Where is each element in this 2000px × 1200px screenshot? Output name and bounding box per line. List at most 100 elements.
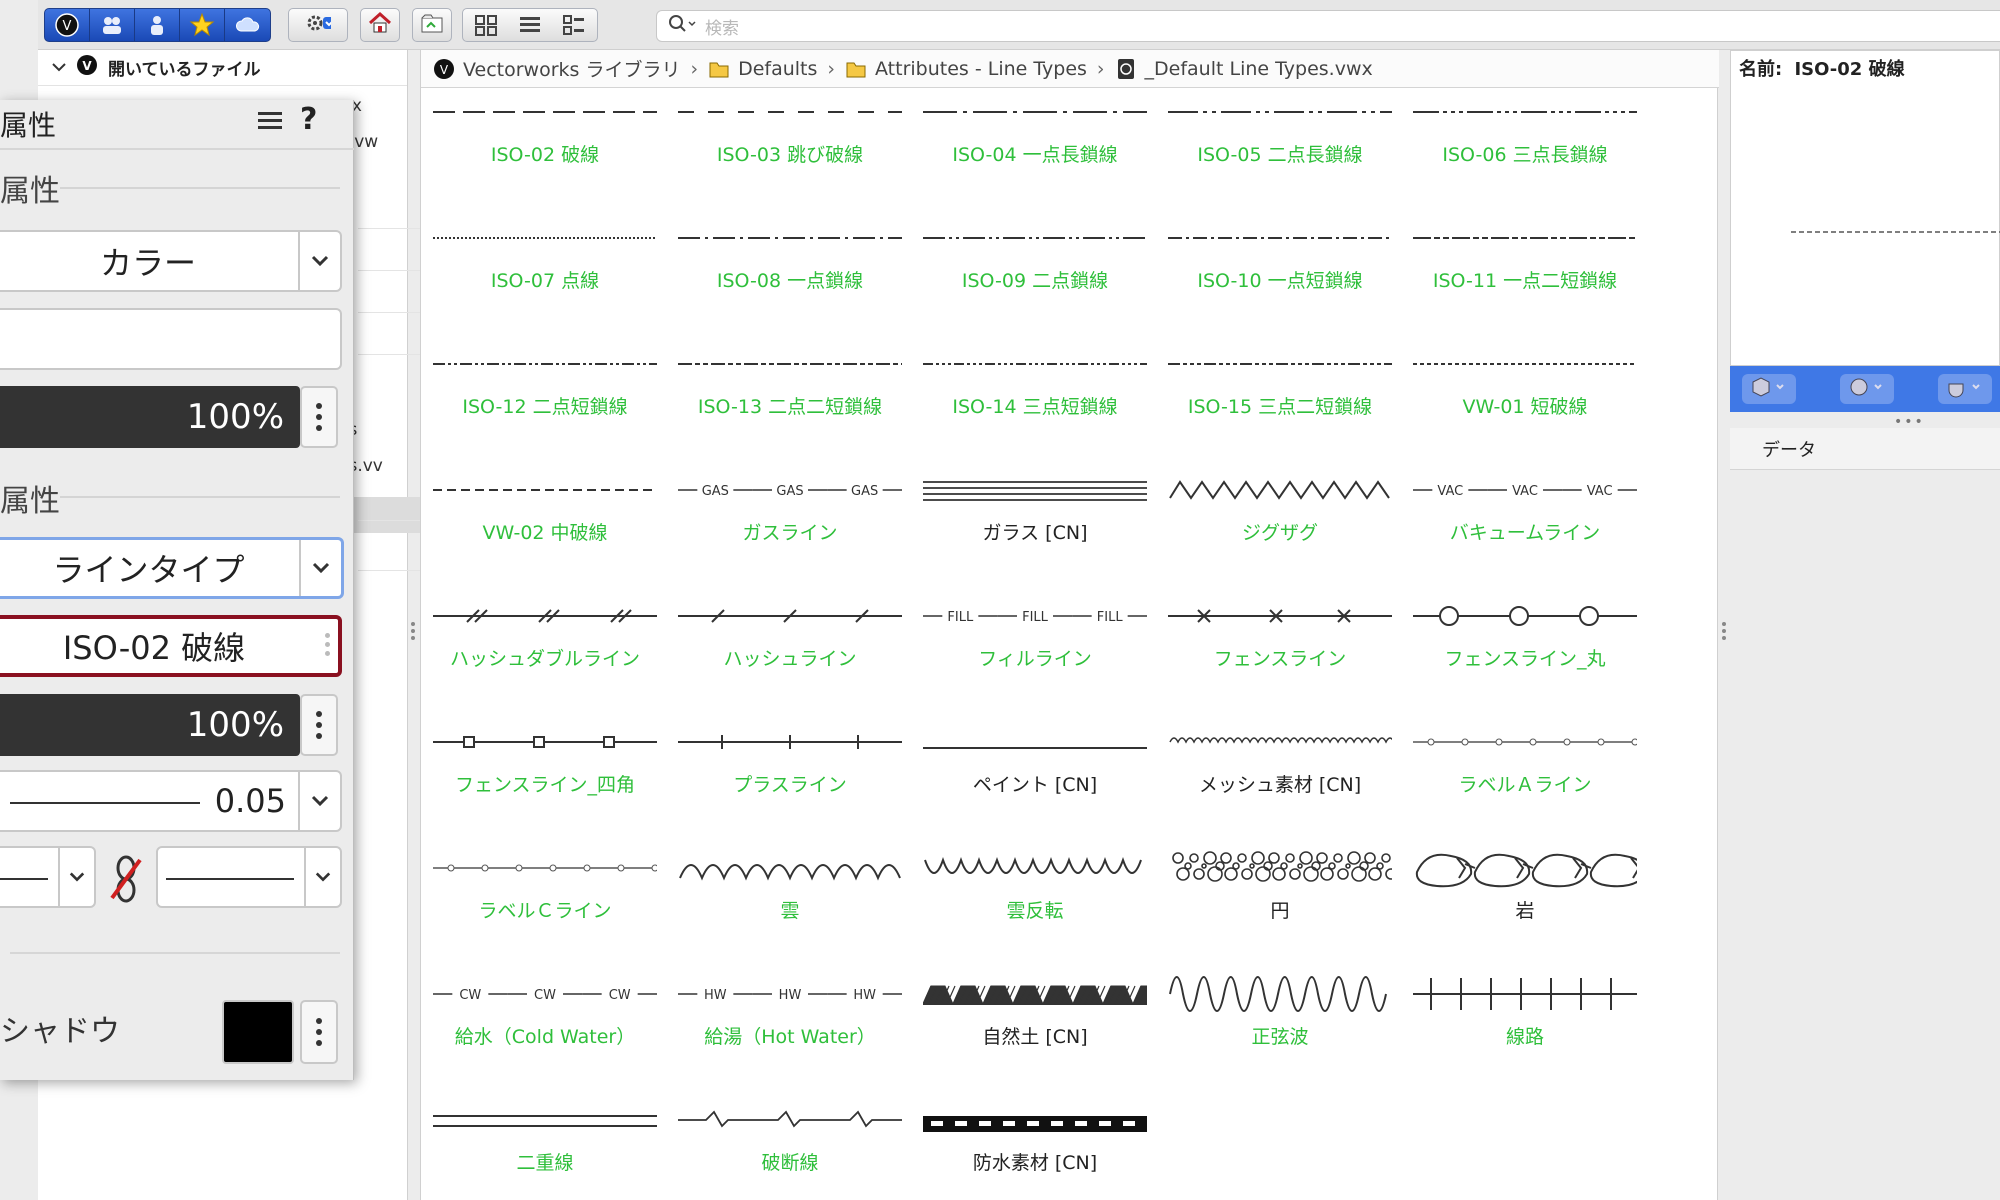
view-3d-button[interactable] bbox=[1742, 374, 1796, 404]
line-type-item[interactable]: 防水素材 [CN] bbox=[915, 1098, 1155, 1200]
settings-button[interactable] bbox=[288, 8, 348, 42]
cloud-icon[interactable] bbox=[225, 9, 270, 41]
line-type-item[interactable]: フェンスライン_丸 bbox=[1405, 594, 1645, 720]
line-type-item[interactable]: 岩 bbox=[1405, 846, 1645, 972]
line-type-item[interactable]: 線路 bbox=[1405, 972, 1645, 1098]
line-type-item[interactable]: ガラス [CN] bbox=[915, 468, 1155, 594]
line-type-item[interactable]: GAS GAS GAS ガスライン bbox=[670, 468, 910, 594]
person-icon[interactable] bbox=[135, 9, 180, 41]
people-icon[interactable] bbox=[90, 9, 135, 41]
render-mode-button[interactable] bbox=[1840, 374, 1894, 404]
fill-color-field[interactable] bbox=[0, 308, 342, 370]
fill-opacity-more-button[interactable] bbox=[300, 386, 338, 448]
list-view-icon[interactable] bbox=[508, 12, 552, 38]
breadcrumb-item-file[interactable]: _Default Line Types.vwx bbox=[1115, 58, 1373, 80]
star-icon[interactable] bbox=[180, 9, 225, 41]
line-type-item[interactable]: ISO-09 二点鎖線 bbox=[915, 216, 1155, 342]
line-type-label: 円 bbox=[1270, 900, 1290, 922]
line-type-item[interactable]: ラベルＡライン bbox=[1405, 720, 1645, 846]
line-type-item[interactable]: フェンスライン bbox=[1160, 594, 1400, 720]
cube-icon bbox=[1749, 376, 1789, 402]
line-type-item[interactable]: メッシュ素材 [CN] bbox=[1160, 720, 1400, 846]
line-type-item[interactable]: 雲 bbox=[670, 846, 910, 972]
breadcrumb-item-defaults[interactable]: Defaults bbox=[708, 58, 817, 80]
fill-style-dropdown[interactable]: カラー bbox=[0, 230, 342, 292]
line-type-item[interactable]: ISO-07 点線 bbox=[425, 216, 665, 342]
help-icon[interactable]: ? bbox=[300, 102, 317, 137]
chevron-down-icon[interactable] bbox=[58, 848, 94, 906]
line-type-item[interactable]: 自然土 [CN] bbox=[915, 972, 1155, 1098]
line-type-item[interactable]: 二重線 bbox=[425, 1098, 665, 1200]
chevron-down-icon[interactable] bbox=[298, 772, 340, 830]
pen-opacity-more-button[interactable] bbox=[300, 694, 338, 756]
line-type-item[interactable]: 円 bbox=[1160, 846, 1400, 972]
pen-style-dropdown[interactable]: ラインタイプ bbox=[0, 537, 344, 599]
home-button[interactable] bbox=[360, 8, 400, 42]
line-type-item[interactable]: 正弦波 bbox=[1160, 972, 1400, 1098]
shadow-color-swatch[interactable] bbox=[222, 1000, 294, 1064]
grid-view-icon[interactable] bbox=[464, 12, 508, 38]
panel-splitter[interactable] bbox=[1722, 622, 1726, 640]
line-type-item[interactable]: VW-01 短破線 bbox=[1405, 342, 1645, 468]
line-type-field[interactable]: ISO-02 破線 bbox=[0, 615, 342, 677]
line-type-item[interactable]: 破断線 bbox=[670, 1098, 910, 1200]
line-type-item[interactable]: ISO-13 二点二短鎖線 bbox=[670, 342, 910, 468]
start-marker-preview bbox=[0, 878, 48, 880]
line-type-item[interactable]: ISO-06 三点長鎖線 bbox=[1405, 90, 1645, 216]
line-type-item[interactable]: ISO-04 一点長鎖線 bbox=[915, 90, 1155, 216]
line-type-item[interactable]: HW HW HW 給湯（Hot Water） bbox=[670, 972, 910, 1098]
line-type-item[interactable]: VAC VAC VAC バキュームライン bbox=[1405, 468, 1645, 594]
line-type-item[interactable]: プラスライン bbox=[670, 720, 910, 846]
line-type-item[interactable]: ISO-03 跳び破線 bbox=[670, 90, 910, 216]
line-type-item[interactable]: ISO-08 一点鎖線 bbox=[670, 216, 910, 342]
line-type-thumbnail bbox=[1172, 851, 1392, 882]
line-type-label: ペイント [CN] bbox=[972, 774, 1098, 796]
line-type-item[interactable]: ハッシュダブルライン bbox=[425, 594, 665, 720]
chevron-down-icon[interactable] bbox=[298, 232, 340, 290]
vectorworks-logo-icon: V bbox=[76, 54, 98, 81]
line-type-item[interactable]: フェンスライン_四角 bbox=[425, 720, 665, 846]
shadow-more-button[interactable] bbox=[300, 1000, 338, 1064]
folder-button[interactable] bbox=[412, 8, 452, 42]
pen-opacity-field[interactable]: 100% bbox=[0, 694, 300, 756]
unlink-icon[interactable] bbox=[106, 854, 146, 908]
breadcrumb-item-attributes[interactable]: Attributes - Line Types bbox=[845, 58, 1087, 80]
menu-icon[interactable] bbox=[256, 108, 284, 138]
search-field[interactable]: 検索 bbox=[656, 10, 2000, 42]
line-type-thumbnail: FILL FILL FILL bbox=[923, 610, 1147, 625]
line-type-item[interactable]: ISO-05 二点長鎖線 bbox=[1160, 90, 1400, 216]
line-type-item[interactable]: 雲反転 bbox=[915, 846, 1155, 972]
line-type-item[interactable]: ラベルＣライン bbox=[425, 846, 665, 972]
end-marker-dropdown[interactable] bbox=[156, 846, 342, 908]
start-marker-dropdown[interactable] bbox=[0, 846, 96, 908]
line-type-item[interactable]: ISO-14 三点短鎖線 bbox=[915, 342, 1155, 468]
line-type-label: ISO-12 二点短鎖線 bbox=[462, 396, 628, 418]
vectorworks-logo-icon[interactable]: V bbox=[45, 9, 90, 41]
open-files-header[interactable]: V 開いているファイル bbox=[38, 50, 407, 86]
divider bbox=[358, 570, 428, 571]
line-type-item[interactable]: ISO-15 三点二短鎖線 bbox=[1160, 342, 1400, 468]
tab-data[interactable]: データ bbox=[1730, 428, 2000, 470]
folder-icon bbox=[708, 58, 730, 80]
chevron-down-icon[interactable] bbox=[52, 58, 66, 78]
line-weight-dropdown[interactable]: 0.05 bbox=[0, 770, 342, 832]
breadcrumb-item-library[interactable]: V Vectorworks ライブラリ bbox=[433, 55, 680, 82]
background-button[interactable] bbox=[1938, 374, 1992, 404]
chevron-down-icon[interactable] bbox=[299, 540, 341, 596]
line-type-item[interactable]: ハッシュライン bbox=[670, 594, 910, 720]
line-type-item[interactable]: VW-02 中破線 bbox=[425, 468, 665, 594]
line-type-item[interactable]: ペイント [CN] bbox=[915, 720, 1155, 846]
chevron-down-icon[interactable] bbox=[304, 848, 340, 906]
line-type-item[interactable]: ISO-10 一点短鎖線 bbox=[1160, 216, 1400, 342]
detail-view-icon[interactable] bbox=[552, 12, 596, 38]
line-type-item[interactable]: CW CW CW 給水（Cold Water） bbox=[425, 972, 665, 1098]
line-type-item[interactable]: FILL FILL FILL フィルライン bbox=[915, 594, 1155, 720]
line-type-item[interactable]: ISO-12 二点短鎖線 bbox=[425, 342, 665, 468]
line-type-item[interactable]: ISO-11 一点二短鎖線 bbox=[1405, 216, 1645, 342]
line-type-more-button[interactable] bbox=[325, 633, 330, 656]
line-type-label: ISO-06 三点長鎖線 bbox=[1442, 144, 1608, 166]
line-type-item[interactable]: ISO-02 破線 bbox=[425, 90, 665, 216]
panel-splitter[interactable] bbox=[411, 622, 415, 640]
fill-opacity-field[interactable]: 100% bbox=[0, 386, 300, 448]
line-type-item[interactable]: ジグザグ bbox=[1160, 468, 1400, 594]
